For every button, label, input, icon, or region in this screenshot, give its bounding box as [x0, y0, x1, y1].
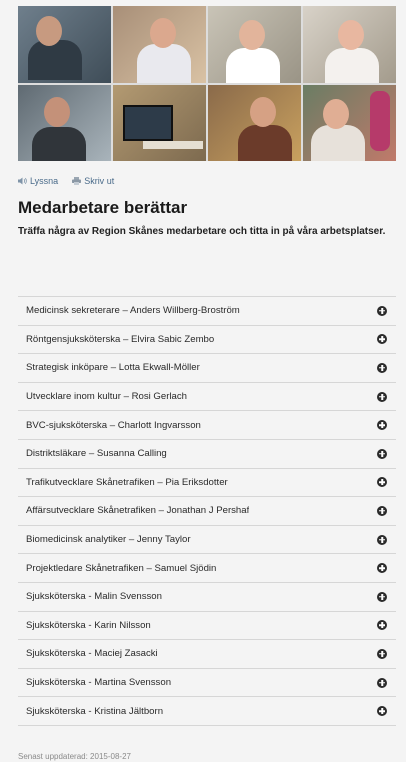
- printer-icon: [72, 177, 82, 185]
- accordion-item-label: Sjuksköterska - Martina Svensson: [26, 677, 172, 689]
- expand-plus-icon: [377, 391, 387, 402]
- accordion-item[interactable]: Biomedicinsk analytiker – Jenny Taylor: [18, 526, 396, 555]
- expand-plus-icon: [377, 334, 387, 345]
- accordion-item[interactable]: Sjuksköterska - Martina Svensson: [18, 669, 396, 698]
- accordion-item-label: Sjuksköterska - Karin Nilsson: [26, 619, 151, 631]
- accordion-item-label: Utvecklare inom kultur – Rosi Gerlach: [26, 391, 188, 403]
- expand-plus-icon: [377, 420, 387, 431]
- listen-button[interactable]: Lyssna: [18, 176, 58, 186]
- last-updated-text: Senast uppdaterad: 2015-08-27: [18, 752, 131, 761]
- accordion-item[interactable]: BVC-sjuksköterska – Charlott Ingvarsson: [18, 411, 396, 440]
- expand-plus-icon: [377, 477, 387, 488]
- accordion-item[interactable]: Sjuksköterska - Malin Svensson: [18, 583, 396, 612]
- photo-man-at-computer: [18, 6, 111, 83]
- speaker-icon: [18, 177, 27, 185]
- accordion-item-label: BVC-sjuksköterska – Charlott Ingvarsson: [26, 419, 201, 431]
- expand-plus-icon: [377, 706, 387, 717]
- photo-man-portrait: [18, 84, 111, 161]
- expand-plus-icon: [377, 362, 387, 373]
- expand-plus-icon: [377, 534, 387, 545]
- print-button[interactable]: Skriv ut: [72, 176, 114, 186]
- expand-plus-icon: [377, 677, 387, 688]
- accordion-item[interactable]: Röntgensjuksköterska – Elvira Sabic Zemb…: [18, 326, 396, 355]
- expand-plus-icon: [377, 505, 387, 516]
- accordion-item-label: Distriktsläkare – Susanna Calling: [26, 448, 167, 460]
- page: Lyssna Skriv ut Medarbetare berättar Trä…: [0, 0, 406, 762]
- accordion-item-label: Trafikutvecklare Skånetrafiken – Pia Eri…: [26, 476, 228, 488]
- expand-plus-icon: [377, 591, 387, 602]
- accordion-item-label: Medicinsk sekreterare – Anders Willberg-…: [26, 305, 240, 317]
- expand-plus-icon: [377, 448, 387, 459]
- print-label: Skriv ut: [84, 176, 115, 186]
- accordion-item-label: Strategisk inköpare – Lotta Ekwall-Mölle…: [26, 362, 200, 374]
- photo-woman-nurse: [208, 6, 301, 83]
- photo-office-desk: [113, 84, 206, 161]
- page-title: Medarbetare berättar: [18, 198, 188, 217]
- photo-woman-meeting: [208, 84, 301, 161]
- accordion-item[interactable]: Distriktsläkare – Susanna Calling: [18, 440, 396, 469]
- employee-photo-collage: [18, 6, 396, 161]
- page-intro: Träffa några av Region Skånes medarbetar…: [18, 226, 386, 237]
- accordion-item[interactable]: Utvecklare inom kultur – Rosi Gerlach: [18, 383, 396, 412]
- photo-woman-lab: [303, 6, 396, 83]
- accordion-item[interactable]: Affärsutvecklare Skånetrafiken – Jonatha…: [18, 497, 396, 526]
- accordion-item[interactable]: Strategisk inköpare – Lotta Ekwall-Mölle…: [18, 354, 396, 383]
- photo-woman-secretary: [113, 6, 206, 83]
- accordion-item-label: Projektledare Skånetrafiken – Samuel Sjö…: [26, 562, 217, 574]
- page-tools: Lyssna Skriv ut: [18, 176, 114, 186]
- accordion-item[interactable]: Sjuksköterska - Karin Nilsson: [18, 612, 396, 641]
- photo-doctor-stethoscope: [303, 84, 396, 161]
- accordion-item-label: Sjuksköterska - Malin Svensson: [26, 591, 162, 603]
- accordion-item-label: Affärsutvecklare Skånetrafiken – Jonatha…: [26, 505, 250, 517]
- accordion-item[interactable]: Medicinsk sekreterare – Anders Willberg-…: [18, 297, 396, 326]
- accordion-item-label: Biomedicinsk analytiker – Jenny Taylor: [26, 534, 191, 546]
- expand-plus-icon: [377, 620, 387, 631]
- expand-plus-icon: [377, 563, 387, 574]
- accordion-item-label: Sjuksköterska - Maciej Zasacki: [26, 648, 158, 660]
- employee-accordion: Medicinsk sekreterare – Anders Willberg-…: [18, 296, 396, 726]
- accordion-item-label: Röntgensjuksköterska – Elvira Sabic Zemb…: [26, 333, 215, 345]
- expand-plus-icon: [377, 648, 387, 659]
- accordion-item-label: Sjuksköterska - Kristina Jältborn: [26, 705, 164, 717]
- accordion-item[interactable]: Sjuksköterska - Maciej Zasacki: [18, 640, 396, 669]
- accordion-item[interactable]: Trafikutvecklare Skånetrafiken – Pia Eri…: [18, 469, 396, 498]
- listen-label: Lyssna: [30, 176, 59, 186]
- accordion-item[interactable]: Sjuksköterska - Kristina Jältborn: [18, 697, 396, 726]
- expand-plus-icon: [377, 305, 387, 316]
- accordion-item[interactable]: Projektledare Skånetrafiken – Samuel Sjö…: [18, 554, 396, 583]
